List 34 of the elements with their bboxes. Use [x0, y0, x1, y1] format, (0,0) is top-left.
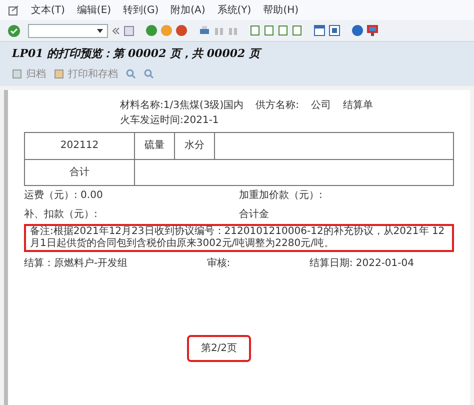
field-label: 合计金 — [239, 208, 270, 222]
footer-text: 审核: — [206, 256, 230, 270]
menu-item[interactable]: 文本(T) — [31, 2, 65, 18]
menu-item[interactable]: 编辑(E) — [76, 2, 112, 18]
table-cell: 202112 — [25, 132, 135, 158]
double-chevron-icon[interactable] — [112, 26, 120, 34]
page-number: 第2/2页 — [186, 334, 252, 362]
table-cell: 硫量 — [135, 132, 175, 158]
table-cell: 水分 — [175, 132, 215, 158]
header-field: 火车发运时间:2021-1 — [120, 112, 219, 128]
menu-item[interactable]: 系统(Y) — [217, 2, 252, 18]
check-icon[interactable] — [8, 24, 20, 36]
monitor-icon[interactable] — [367, 25, 378, 36]
field-label: 加重加价款（元）: — [239, 188, 324, 202]
window-icon[interactable] — [314, 25, 325, 36]
screen-title: LP01 的打印预览：第 00002 页，共 00002 页 — [12, 46, 263, 62]
footer-text: 结算：原燃料户-开发组 — [24, 256, 128, 270]
menu-item[interactable]: 帮助(H) — [263, 2, 299, 18]
print-icon[interactable] — [199, 25, 210, 36]
header-field: 公司 — [311, 98, 332, 112]
field-label: 运费（元）: 0.00 — [24, 188, 104, 202]
table-cell: 合计 — [25, 160, 135, 184]
zoom-in-icon[interactable] — [126, 69, 136, 79]
dropdown-icon[interactable] — [97, 28, 103, 32]
header-field: 供方名称: — [256, 98, 300, 112]
footer-text: 结算日期: 2022-01-04 — [309, 256, 414, 270]
menu-item[interactable]: 附加(A) — [170, 2, 206, 18]
command-field[interactable] — [28, 24, 108, 38]
remark-text: 备注:根据2021年12月23日收到协议编号：2120101210006-12的补充协议，从2021年 12月1日起供货的合同包到含税价由原来3002元/吨调整为2280元/吨。 — [24, 224, 454, 252]
field-label: 补、扣款（元）: — [24, 208, 98, 222]
header-field: 材料名称:1/3焦煤(3级)国内 — [120, 98, 244, 112]
zoom-out-icon[interactable] — [144, 69, 154, 79]
menu-item[interactable]: 转到(G) — [123, 2, 159, 18]
header-field: 结算单 — [343, 98, 374, 112]
